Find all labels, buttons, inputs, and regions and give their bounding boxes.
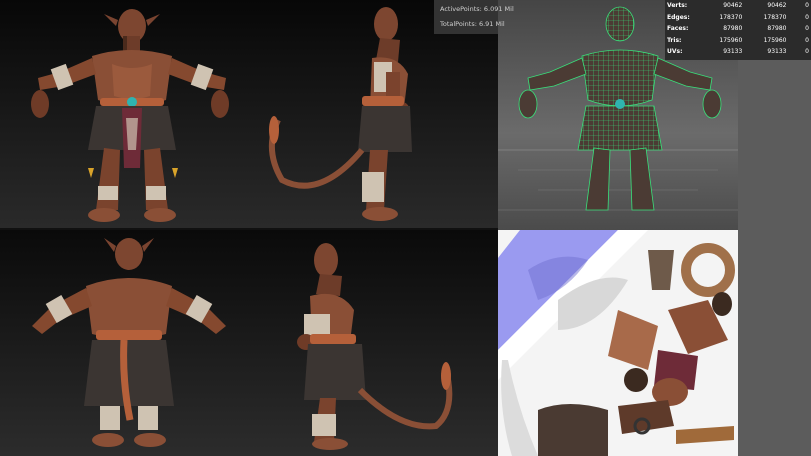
stats-row: Tris: 175960 175960 0 (665, 35, 811, 47)
stats-value-a: 90462 (723, 2, 743, 9)
stats-value-b: 87980 (767, 25, 787, 33)
stats-label: Verts: (667, 2, 688, 9)
stats-value-a: 175960 (719, 36, 743, 44)
side-view-render (268, 7, 412, 221)
turnaround-sheet: ActivePoints: 6.091 Mil TotalPoints: 6.9… (0, 0, 811, 456)
side-view-2-render (297, 243, 453, 450)
front-view-render (31, 9, 229, 222)
zbrush-points-hud: ActivePoints: 6.091 Mil TotalPoints: 6.9… (434, 0, 514, 34)
stats-value-b: 93133 (767, 48, 787, 56)
side-gray-panel (738, 60, 811, 456)
stats-label: Tris: (667, 36, 682, 44)
stats-value-c: 0 (805, 2, 809, 9)
stats-row: Faces: 87980 87980 0 (665, 23, 811, 35)
stats-value-a: 87980 (723, 25, 743, 33)
poly-count-table: Verts: 90462 90462 0 Edges: 178370 178370 0 Face… (665, 0, 811, 58)
stats-row: Verts: 90462 90462 0 (665, 0, 811, 12)
uv-texture-map (498, 230, 735, 456)
stats-label: Edges: (667, 13, 690, 21)
stats-value-b: 90462 (767, 2, 787, 9)
stats-value-a: 93133 (723, 48, 743, 56)
uv-texture-panel (498, 230, 738, 456)
stats-value-b: 175960 (763, 36, 787, 44)
side-view-2-panel (250, 230, 498, 456)
poly-count-stats: Verts: 90462 90462 0 Edges: 178370 178370 0 Face… (665, 0, 811, 60)
stats-value-a: 178370 (719, 13, 743, 21)
stats-value-c: 0 (805, 25, 809, 33)
side-view-panel (250, 0, 498, 228)
stats-row: Edges: 178370 178370 0 (665, 12, 811, 24)
stats-row: UVs: 93133 93133 0 (665, 46, 811, 58)
stats-value-c: 0 (805, 13, 809, 21)
stats-value-c: 0 (805, 48, 809, 56)
front-view-panel (0, 0, 250, 228)
stats-label: UVs: (667, 48, 683, 56)
stats-label: Faces: (667, 25, 689, 33)
back-view-render (32, 238, 226, 447)
stats-value-c: 0 (805, 36, 809, 44)
active-points-label: ActivePoints: 6.091 Mil (440, 5, 514, 13)
total-points-label: TotalPoints: 6.91 Mil (440, 20, 505, 28)
back-view-panel (0, 230, 250, 456)
stats-value-b: 178370 (763, 13, 787, 21)
